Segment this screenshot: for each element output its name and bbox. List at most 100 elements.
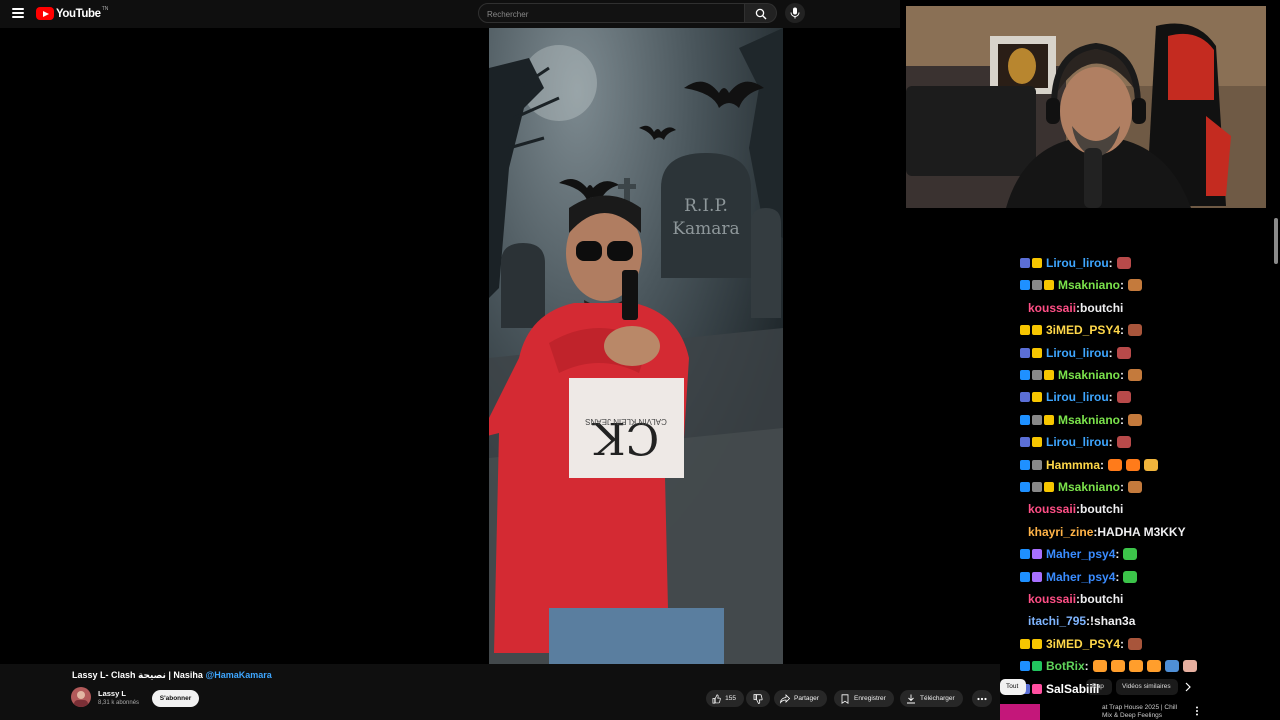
chat-username[interactable]: Msakniano [1058, 413, 1120, 427]
chat-username[interactable]: Hammma [1046, 458, 1100, 472]
chat-emote-icon: #c47a3c [1128, 413, 1143, 426]
tombstone-line2: Kamara [672, 219, 739, 239]
recommended-title-line2: Mix & Deep Feelings [1102, 712, 1162, 719]
chat-badges: #5b6fd6#f7c600 [1020, 437, 1044, 448]
chat-emote-icon: #b84a4a [1116, 436, 1131, 449]
chat-emote-icon: #c47a3c [1128, 369, 1143, 381]
chat-message: itachi_795 : !shan3a [1020, 611, 1135, 631]
more-horizontal-icon [977, 697, 987, 700]
chat-badges: #1e90ff#a970ff [1020, 571, 1044, 582]
search-input[interactable] [479, 5, 737, 24]
chat-username[interactable]: Msakniano [1058, 368, 1120, 382]
search-box[interactable] [478, 3, 745, 24]
chat-username[interactable]: khayri_zine [1028, 525, 1093, 539]
chat-badge-icon: #f7c600 [1032, 392, 1042, 403]
chip-all[interactable]: Tout [1000, 679, 1026, 695]
page-scrollbar[interactable] [1274, 218, 1278, 264]
chat-badge-icon: #888888 [1032, 370, 1042, 380]
search-icon [755, 8, 767, 19]
chat-badge-icon: #888888 [1032, 459, 1042, 470]
channel-mention-link[interactable]: @HamaKamara [205, 670, 271, 680]
chat-badge-icon: #888888 [1032, 414, 1042, 425]
menu-icon[interactable] [12, 8, 24, 18]
more-vertical-icon[interactable] [1195, 706, 1199, 716]
chat-username[interactable]: Msakniano [1058, 480, 1120, 494]
chat-emote-icon: #ff7b1a [1126, 458, 1141, 471]
chat-username[interactable]: itachi_795 [1028, 614, 1086, 628]
chat-badge-icon: #f7c600 [1044, 280, 1054, 291]
mic-icon [790, 7, 800, 19]
chat-message: #1e90ff#888888#f7c600Msakniano : #c47a3c [1020, 477, 1143, 497]
recommended-thumbnail[interactable] [1000, 704, 1040, 720]
chat-badge-icon: #1e90ff [1020, 370, 1030, 380]
chat-username[interactable]: 3iMED_PSY4 [1046, 637, 1120, 651]
hoodie-logo-text: CALVIN KLEIN JEANS [585, 417, 667, 426]
chat-emote-icon: #e8b0a0 [1182, 660, 1197, 673]
chat-emote-icon: #f0b43c [1144, 458, 1159, 471]
chat-badge-icon: #5b6fd6 [1020, 347, 1030, 358]
chat-username[interactable]: Lirou_lirou [1046, 435, 1109, 449]
chat-badge-icon: #f7c600 [1032, 325, 1042, 336]
chat-message: #5b6fd6#f7c600Lirou_lirou : #b84a4a [1020, 253, 1131, 273]
chat-username[interactable]: Maher_psy4 [1046, 570, 1115, 584]
save-button[interactable]: Enregistrer [834, 690, 894, 707]
channel-avatar[interactable] [71, 687, 91, 707]
save-label: Enregistrer [854, 695, 886, 702]
chat-username[interactable]: Lirou_lirou [1046, 346, 1109, 360]
voice-search-button[interactable] [785, 3, 805, 23]
chat-message: #1e90ff#22c55eBotRix : #ff9e2c#ff9e2c#ff… [1020, 656, 1197, 676]
chat-message: #5b6fd6#f7c600Lirou_lirou : #b84a4a [1020, 387, 1131, 407]
chat-badges: #1e90ff#22c55e [1020, 661, 1044, 672]
chat-text: boutchi [1080, 300, 1124, 315]
chat-username[interactable]: Maher_psy4 [1046, 547, 1115, 561]
chat-username[interactable]: koussaii [1028, 592, 1076, 606]
channel-name[interactable]: Lassy L [98, 689, 126, 698]
chat-text: HADHA M3KKY [1097, 524, 1186, 539]
share-icon [780, 693, 790, 704]
chat-separator: : [1115, 569, 1120, 584]
subscribe-button[interactable]: S'abonner [152, 690, 199, 707]
chat-text: boutchi [1080, 502, 1124, 517]
like-count: 155 [725, 695, 736, 702]
chat-badge-icon: #a970ff [1032, 549, 1042, 560]
chat-message: #1e90ff#a970ffMaher_psy4 : #3cc44a [1020, 567, 1138, 587]
chat-separator: : [1115, 547, 1120, 562]
chat-badge-icon: #f7c600 [1020, 325, 1030, 336]
chat-username[interactable]: koussaii [1028, 502, 1076, 516]
chat-emote-icon: #ff7b1a [1108, 458, 1123, 471]
recommended-title[interactable]: at Trap House 2025 | Chill Mix & Deep Fe… [1102, 704, 1177, 720]
chat-username[interactable]: Lirou_lirou [1046, 256, 1109, 270]
chat-emote-icon: #ff9e2c [1146, 660, 1161, 673]
chat-separator: : [1120, 480, 1125, 494]
chat-username[interactable]: Lirou_lirou [1046, 390, 1109, 404]
chevron-right-icon[interactable] [1184, 682, 1192, 692]
share-button[interactable]: Partager [774, 690, 827, 707]
video-player[interactable]: R.I.P. Kamara CK CALVIN KLEIN JEANS [489, 28, 783, 664]
video-title: Lassy L- Clash نصيحة | Nasiha @HamaKamar… [72, 670, 272, 681]
chat-badge-icon: #1e90ff [1020, 549, 1030, 560]
chat-badge-icon: #1e90ff [1020, 661, 1030, 672]
download-icon [907, 694, 915, 703]
like-button[interactable]: 155 [706, 690, 744, 707]
chat-separator: : [1120, 278, 1125, 293]
search-button[interactable] [745, 3, 777, 23]
download-button[interactable]: Télécharger [900, 690, 963, 707]
chat-message: khayri_zine : HADHA M3KKY [1020, 522, 1186, 542]
chat-username[interactable]: 3iMED_PSY4 [1046, 323, 1120, 337]
youtube-logo[interactable]: YouTube TN [36, 6, 108, 20]
more-actions-button[interactable] [972, 690, 992, 707]
chat-badge-icon: #f7c600 [1020, 638, 1030, 649]
chat-badge-icon: #1e90ff [1020, 280, 1030, 291]
chat-message: #1e90ff#888888Hammma : #ff7b1a#ff7b1a#f0… [1020, 455, 1159, 475]
chat-emote-icon: #c47a3c [1128, 279, 1143, 292]
chat-username[interactable]: Msakniano [1058, 278, 1120, 292]
dislike-button[interactable] [746, 690, 770, 707]
chip-similar-videos[interactable]: Vidéos similaires [1116, 679, 1178, 695]
chat-badges: #1e90ff#888888#f7c600 [1020, 370, 1056, 380]
share-label: Partager [794, 695, 819, 702]
chat-badge-icon: #f7c600 [1044, 370, 1054, 380]
chat-username[interactable]: BotRix [1046, 659, 1085, 673]
chat-username[interactable]: koussaii [1028, 301, 1076, 315]
chat-badge-icon: #f7c600 [1032, 347, 1042, 358]
chip-rap[interactable]: Rap [1086, 679, 1112, 695]
